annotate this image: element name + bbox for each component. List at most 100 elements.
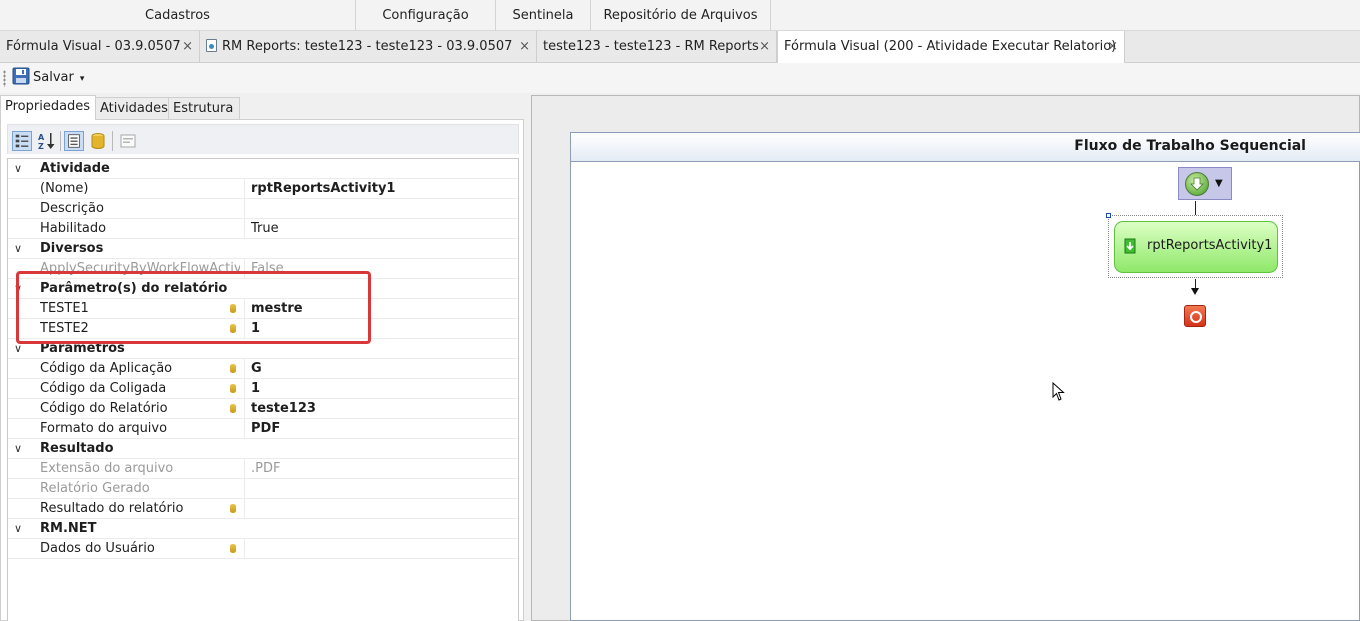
property-value[interactable]: True xyxy=(244,219,514,238)
database-binding-icon[interactable] xyxy=(230,504,236,513)
database-icon[interactable] xyxy=(88,131,108,151)
category-label: Parâmetro(s) do relatório xyxy=(40,281,228,296)
property-value[interactable]: PDF xyxy=(244,419,514,438)
menu-repositorio[interactable]: Repositório de Arquivos xyxy=(591,0,771,31)
doc-tab-formula-visual[interactable]: Fórmula Visual - 03.9.0507 × xyxy=(0,31,200,62)
panel-tabs: Propriedades Atividades Estrutura xyxy=(0,95,525,120)
chevron-down-icon[interactable]: ▾ xyxy=(80,68,85,90)
grid-property-row[interactable]: Formato do arquivo PDF xyxy=(8,419,518,439)
chevron-down-icon[interactable]: ▼ xyxy=(1215,178,1223,189)
grid-category[interactable]: ∨ Resultado xyxy=(8,439,518,459)
close-icon[interactable]: × xyxy=(1107,31,1118,62)
report-activity-node[interactable]: rptReportsActivity1 xyxy=(1114,221,1278,273)
chevron-down-icon[interactable]: ∨ xyxy=(14,279,28,298)
property-value[interactable]: False xyxy=(244,259,514,278)
property-value[interactable]: 1 xyxy=(244,319,514,338)
grid-property-row[interactable]: TESTE1 mestre xyxy=(8,299,518,319)
events-icon[interactable] xyxy=(118,131,138,151)
database-binding-icon[interactable] xyxy=(230,364,236,373)
save-label: Salvar xyxy=(33,70,74,85)
property-name: Relatório Gerado xyxy=(40,481,150,496)
property-pages-icon[interactable] xyxy=(64,131,84,151)
property-name: Dados do Usuário xyxy=(40,541,155,556)
tab-atividades[interactable]: Atividades xyxy=(95,97,169,119)
menu-configuracao[interactable]: Configuração xyxy=(356,0,496,31)
sequential-workflow[interactable]: Fluxo de Trabalho Sequencial xyxy=(570,132,1360,621)
chevron-down-icon[interactable]: ∨ xyxy=(14,159,28,178)
grid-property-row[interactable]: (Nome) rptReportsActivity1 xyxy=(8,179,518,199)
property-value[interactable]: 1 xyxy=(244,379,514,398)
chevron-down-icon[interactable]: ∨ xyxy=(14,339,28,358)
doc-tab-formula-visual-200[interactable]: Fórmula Visual (200 - Atividade Executar… xyxy=(777,31,1125,63)
property-grid: ∨ Atividade (Nome) rptReportsActivity1 Descr… xyxy=(7,158,519,621)
grid-property-row[interactable]: ApplySecurityByWorkFlowActivity False xyxy=(8,259,518,279)
database-binding-icon[interactable] xyxy=(230,304,236,313)
sort-alphabetical-icon[interactable]: A Z xyxy=(36,131,56,151)
database-binding-icon[interactable] xyxy=(230,384,236,393)
save-button[interactable]: Salvar ▾ xyxy=(10,67,84,89)
database-binding-icon[interactable] xyxy=(230,404,236,413)
category-label: RM.NET xyxy=(40,521,97,536)
database-binding-icon[interactable] xyxy=(230,544,236,553)
selection-handle[interactable] xyxy=(1106,213,1111,218)
property-value[interactable] xyxy=(244,479,514,498)
close-icon[interactable]: × xyxy=(759,31,770,62)
property-value[interactable] xyxy=(244,199,514,218)
grid-property-row[interactable]: Descrição xyxy=(8,199,518,219)
doc-tab-label: RM Reports: teste123 - teste123 - 03.9.0… xyxy=(222,39,513,54)
grid-property-row[interactable]: Resultado do relatório xyxy=(8,499,518,519)
menu-cadastros[interactable]: Cadastros xyxy=(0,0,356,31)
property-name: ApplySecurityByWorkFlowActivity xyxy=(40,261,240,276)
property-value[interactable]: mestre xyxy=(244,299,514,318)
connector-line xyxy=(1195,201,1196,215)
grid-category[interactable]: ∨ Diversos xyxy=(8,239,518,259)
chevron-down-icon[interactable]: ∨ xyxy=(14,439,28,458)
tab-estrutura[interactable]: Estrutura xyxy=(168,97,240,119)
report-file-icon xyxy=(206,39,217,52)
close-icon[interactable]: × xyxy=(519,31,530,62)
document-tabs: Fórmula Visual - 03.9.0507 × RM Reports:… xyxy=(0,31,1360,63)
grid-property-row[interactable]: Extensão do arquivo .PDF xyxy=(8,459,518,479)
category-label: Parâmetros xyxy=(40,341,125,356)
close-icon[interactable]: × xyxy=(182,31,193,62)
workflow-start-node[interactable]: ▼ xyxy=(1178,167,1232,200)
chevron-down-icon[interactable]: ∨ xyxy=(14,239,28,258)
grid-property-row[interactable]: Habilitado True xyxy=(8,219,518,239)
grid-property-row[interactable]: Código da Aplicação G xyxy=(8,359,518,379)
property-name: Formato do arquivo xyxy=(40,421,168,436)
doc-tab-rm-reports[interactable]: RM Reports: teste123 - teste123 - 03.9.0… xyxy=(200,31,537,62)
toolbar-separator xyxy=(112,131,113,151)
grid-category[interactable]: ∨ RM.NET xyxy=(8,519,518,539)
menu-sentinela[interactable]: Sentinela xyxy=(496,0,591,31)
property-grid-toolbar: A Z xyxy=(7,124,519,154)
property-value[interactable]: rptReportsActivity1 xyxy=(244,179,514,198)
connector-arrowhead xyxy=(1191,288,1199,295)
property-value[interactable] xyxy=(244,539,514,558)
tab-propriedades[interactable]: Propriedades xyxy=(0,95,96,120)
database-binding-icon[interactable] xyxy=(230,324,236,333)
workflow-end-node[interactable] xyxy=(1184,305,1206,327)
grid-category[interactable]: ∨ Parâmetro(s) do relatório xyxy=(8,279,518,299)
grid-property-row[interactable]: Dados do Usuário xyxy=(8,539,518,559)
toolbar-grip[interactable] xyxy=(3,70,6,87)
grid-property-row[interactable]: TESTE2 1 xyxy=(8,319,518,339)
grid-category[interactable]: ∨ Atividade xyxy=(8,159,518,179)
grid-property-row[interactable]: Código da Coligada 1 xyxy=(8,379,518,399)
property-value[interactable]: teste123 xyxy=(244,399,514,418)
property-name: Código do Relatório xyxy=(40,401,168,416)
property-name: Descrição xyxy=(40,201,104,216)
grid-category[interactable]: ∨ Parâmetros xyxy=(8,339,518,359)
grid-property-row[interactable]: Código do Relatório teste123 xyxy=(8,399,518,419)
property-value[interactable] xyxy=(244,499,514,518)
chevron-down-icon[interactable]: ∨ xyxy=(14,519,28,538)
property-value[interactable]: G xyxy=(244,359,514,378)
svg-text:A: A xyxy=(38,133,45,142)
property-value[interactable]: .PDF xyxy=(244,459,514,478)
grid-property-row[interactable]: Relatório Gerado xyxy=(8,479,518,499)
doc-tab-teste123[interactable]: teste123 - teste123 - RM Reports × xyxy=(537,31,777,62)
categorized-icon[interactable] xyxy=(12,131,32,151)
property-name: Resultado do relatório xyxy=(40,501,184,516)
toolbar: Salvar ▾ xyxy=(0,63,1360,93)
floppy-disk-icon xyxy=(12,67,30,85)
property-name: (Nome) xyxy=(40,181,89,196)
